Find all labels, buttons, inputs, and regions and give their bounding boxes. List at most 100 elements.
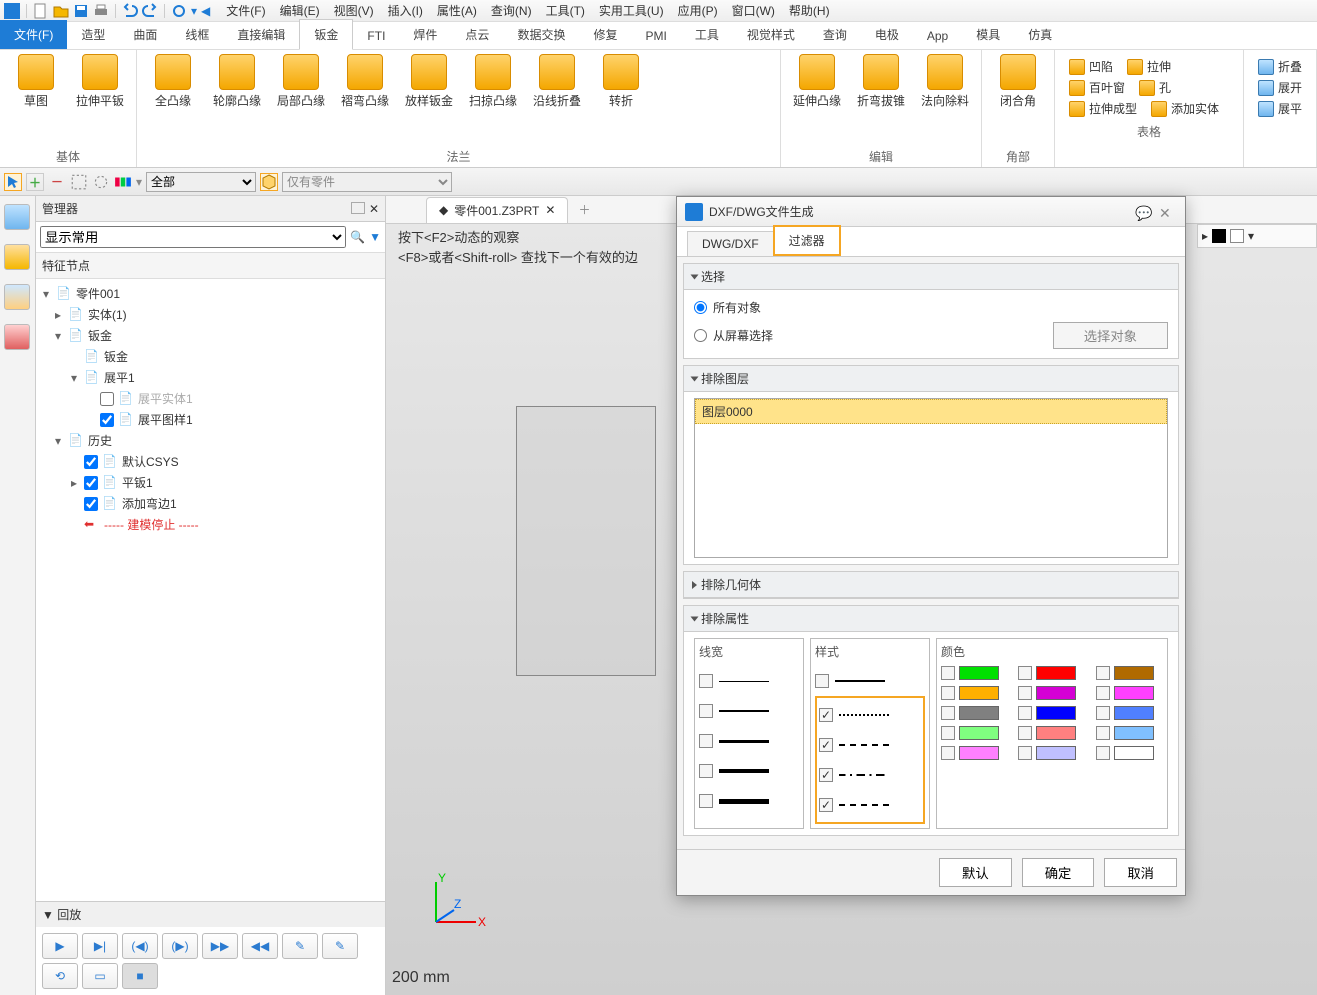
color-check[interactable] (941, 706, 955, 720)
color-check[interactable] (1096, 686, 1110, 700)
ribbon-button[interactable]: 闭合角 (988, 54, 1048, 146)
expand-icon[interactable]: ▸ (52, 308, 64, 322)
ribbon-small-button[interactable]: 拉伸 (1127, 58, 1171, 75)
tree-row[interactable]: 📄展平图样1 (36, 409, 385, 430)
edit-button[interactable]: ✎ (322, 933, 358, 959)
cube-icon[interactable] (260, 173, 278, 191)
ribbon-tab[interactable]: PMI (631, 23, 680, 49)
vbar-scene-icon[interactable] (4, 284, 30, 310)
ribbon-button[interactable]: 局部凸缘 (271, 54, 331, 146)
color-cell[interactable] (1096, 746, 1163, 760)
document-tab[interactable]: ◆ 零件001.Z3PRT ✕ (426, 197, 568, 223)
cancel-button[interactable]: 取消 (1104, 858, 1177, 887)
add-tab-icon[interactable]: ＋ (568, 201, 600, 218)
help-icon[interactable]: 💬 (1135, 205, 1153, 219)
color-check[interactable] (1018, 706, 1032, 720)
color-cell[interactable] (941, 706, 1008, 720)
width-check[interactable] (699, 674, 713, 688)
color-check[interactable] (1018, 666, 1032, 680)
color-cell[interactable] (941, 686, 1008, 700)
pointer-icon[interactable] (4, 173, 22, 191)
ribbon-button[interactable]: 放样钣金 (399, 54, 459, 146)
ribbon-button[interactable]: 法向除料 (915, 54, 975, 146)
scope-dropdown[interactable]: 全部 (146, 172, 256, 192)
ribbon-tab[interactable]: 仿真 (1014, 20, 1066, 49)
ribbon-button[interactable]: 转折 (591, 54, 651, 146)
color-check[interactable] (1096, 666, 1110, 680)
expand-icon[interactable]: ▾ (52, 329, 64, 343)
menu-item[interactable]: 文件(F) (220, 0, 271, 21)
ribbon-tab[interactable]: 工具 (681, 20, 733, 49)
ribbon-tab[interactable]: 文件(F) (0, 20, 67, 49)
radio-from-screen[interactable] (694, 329, 707, 342)
play-button[interactable]: ▶ (42, 933, 78, 959)
vbar-user-icon[interactable] (4, 324, 30, 350)
dialog-titlebar[interactable]: DXF/DWG文件生成 💬 ✕ (677, 197, 1185, 227)
ribbon-tab[interactable]: 点云 (451, 20, 503, 49)
link-button[interactable]: ⟲ (42, 963, 78, 989)
ribbon-small-button[interactable]: 展平 (1258, 100, 1302, 117)
swatch-white[interactable] (1230, 229, 1244, 243)
ribbon-small-button[interactable]: 拉伸成型 (1069, 100, 1137, 117)
next-button[interactable]: (▶) (162, 933, 198, 959)
close-icon[interactable]: ✕ (369, 202, 379, 216)
color-cell[interactable] (941, 746, 1008, 760)
select-rect-icon[interactable] (70, 173, 88, 191)
ribbon-button[interactable]: 延伸凸缘 (787, 54, 847, 146)
ribbon-button[interactable]: 沿线折叠 (527, 54, 587, 146)
search-icon[interactable]: 🔍 (350, 230, 365, 244)
color-check[interactable] (941, 746, 955, 760)
width-check[interactable] (699, 704, 713, 718)
tree-row[interactable]: ▾📄钣金 (36, 325, 385, 346)
color-cell[interactable] (1018, 726, 1085, 740)
color-cell[interactable] (1018, 686, 1085, 700)
color-check[interactable] (1096, 746, 1110, 760)
tree-row[interactable]: 📄默认CSYS (36, 451, 385, 472)
color-check[interactable] (941, 726, 955, 740)
brush-button[interactable]: ✎ (282, 933, 318, 959)
style-check[interactable]: ✓ (819, 768, 833, 782)
ribbon-tab[interactable]: 修复 (579, 20, 631, 49)
width-check[interactable] (699, 734, 713, 748)
color-check[interactable] (1096, 726, 1110, 740)
color-check[interactable] (1018, 686, 1032, 700)
ribbon-tab[interactable]: 电极 (861, 20, 913, 49)
width-check[interactable] (699, 794, 713, 808)
ribbon-tab[interactable]: 线框 (171, 20, 223, 49)
filter-dropdown[interactable]: 仅有零件 (282, 172, 452, 192)
style-check[interactable] (815, 674, 829, 688)
menu-item[interactable]: 实用工具(U) (593, 0, 670, 21)
expand-icon[interactable]: ▾ (40, 287, 52, 301)
ribbon-tab[interactable]: 钣金 (299, 19, 353, 50)
color-cell[interactable] (941, 666, 1008, 680)
tab-filter[interactable]: 过滤器 (773, 225, 841, 256)
doc-button[interactable]: ▭ (82, 963, 118, 989)
tree-row[interactable]: ▾📄历史 (36, 430, 385, 451)
pick-objects-button[interactable]: 选择对象 (1053, 322, 1168, 349)
color-check[interactable] (941, 666, 955, 680)
redo-icon[interactable] (142, 3, 158, 19)
ribbon-button[interactable]: 轮廓凸缘 (207, 54, 267, 146)
step-fwd-button[interactable]: ▶| (82, 933, 118, 959)
ribbon-small-button[interactable]: 百叶窗 (1069, 79, 1125, 96)
ribbon-small-button[interactable]: 凹陷 (1069, 58, 1113, 75)
ribbon-tab[interactable]: 视觉样式 (733, 20, 809, 49)
color-check[interactable] (1018, 726, 1032, 740)
menu-item[interactable]: 工具(T) (540, 0, 591, 21)
color-cell[interactable] (1096, 706, 1163, 720)
expand-icon[interactable]: ▸ (1202, 229, 1208, 243)
ribbon-tab[interactable]: 数据交换 (503, 20, 579, 49)
ribbon-tab[interactable]: App (913, 23, 962, 49)
menu-item[interactable]: 属性(A) (431, 0, 483, 21)
ribbon-small-button[interactable]: 折叠 (1258, 58, 1302, 75)
tree-row[interactable]: ▾📄零件001 (36, 283, 385, 304)
width-check[interactable] (699, 764, 713, 778)
save-icon[interactable] (73, 3, 89, 19)
prev-button[interactable]: (◀) (122, 933, 158, 959)
menu-item[interactable]: 窗口(W) (726, 0, 781, 21)
ribbon-tab[interactable]: 模具 (962, 20, 1014, 49)
close-icon[interactable]: ✕ (1159, 205, 1177, 219)
ribbon-button[interactable]: 折弯拔锥 (851, 54, 911, 146)
tree-row[interactable]: ▸📄实体(1) (36, 304, 385, 325)
color-cell[interactable] (941, 726, 1008, 740)
